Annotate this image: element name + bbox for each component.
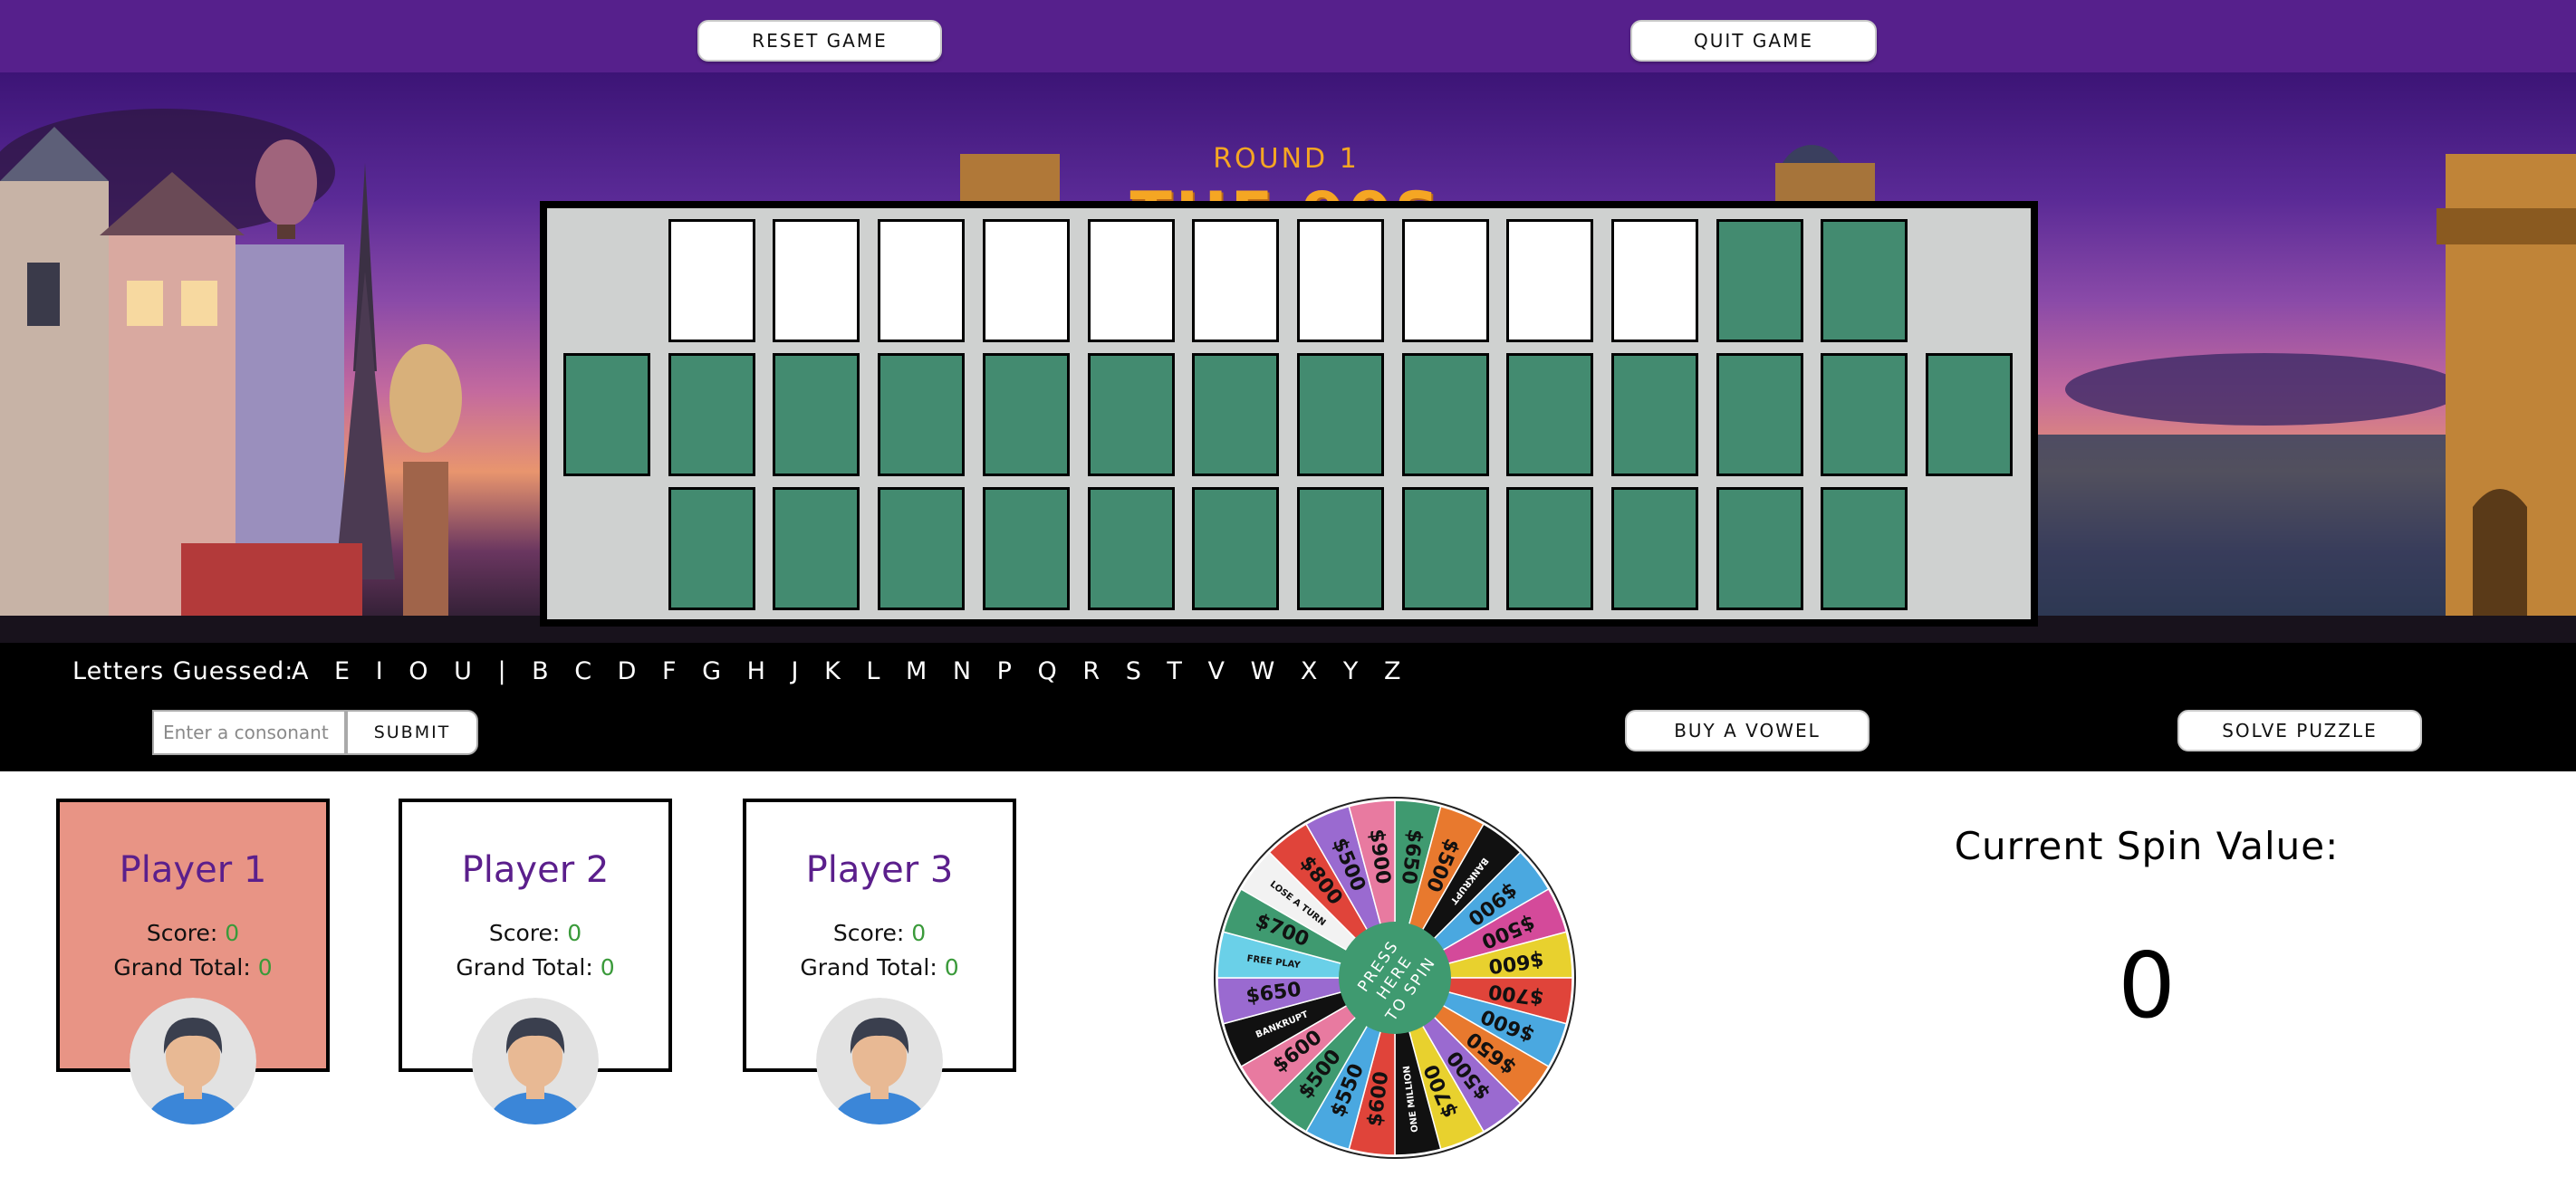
puzzle-blank-tile <box>1296 353 1384 476</box>
puzzle-letter-tile <box>1611 219 1698 342</box>
puzzle-blank-tile <box>668 487 755 610</box>
player-grand-total: Grand Total: 0 <box>456 954 615 981</box>
player-1-avatar <box>130 998 256 1124</box>
puzzle-blank-tile <box>1716 219 1803 342</box>
puzzle-letter-tile <box>773 219 860 342</box>
puzzle-blank-tile <box>773 353 860 476</box>
prize-wheel[interactable]: $650$500BANKRUPT$900$500$600$700$600$650… <box>1214 797 1576 1159</box>
current-spin-value-label: Current Spin Value: <box>1954 824 2340 868</box>
submit-button[interactable]: SUBMIT <box>346 710 478 755</box>
player-3-avatar <box>816 998 943 1124</box>
puzzle-blank-tile <box>1611 487 1698 610</box>
puzzle-blank-tile <box>1506 487 1594 610</box>
puzzle-blank-tile <box>1821 353 1908 476</box>
player-name: Player 3 <box>805 849 954 891</box>
letters-separator: | <box>497 657 515 685</box>
puzzle-letter-tile <box>1401 219 1489 342</box>
puzzle-blank-tile <box>982 353 1070 476</box>
puzzle-blank-tile <box>878 353 966 476</box>
reset-game-button[interactable]: RESET GAME <box>697 20 942 62</box>
letters-guessed-label: Letters Guessed: <box>72 657 294 685</box>
puzzle-blank-tile <box>1401 487 1489 610</box>
puzzle-blank-tile <box>1192 353 1280 476</box>
quit-game-button[interactable]: QUIT GAME <box>1630 20 1877 62</box>
puzzle-letter-tile <box>1192 219 1280 342</box>
puzzle-blank-tile <box>1926 353 2014 476</box>
puzzle-board <box>540 201 2038 627</box>
puzzle-blank-tile <box>1401 353 1489 476</box>
puzzle-blank-tile <box>773 487 860 610</box>
player-grand-total: Grand Total: 0 <box>800 954 959 981</box>
player-score: Score: 0 <box>146 920 240 946</box>
puzzle-letter-tile <box>1506 219 1594 342</box>
puzzle-blank-tile <box>1296 487 1384 610</box>
buy-vowel-button[interactable]: BUY A VOWEL <box>1625 710 1870 751</box>
puzzle-blank-tile <box>1087 487 1175 610</box>
round-label: ROUND 1 <box>1213 143 1360 175</box>
puzzle-letter-tile <box>1296 219 1384 342</box>
puzzle-blank-tile <box>1821 487 1908 610</box>
player-name: Player 2 <box>461 849 610 891</box>
player-grand-total: Grand Total: 0 <box>113 954 273 981</box>
current-spin-value: 0 <box>2118 933 2176 1038</box>
top-bar: RESET GAME QUIT GAME <box>0 0 2576 72</box>
vowel-letters: A E I O U <box>292 657 481 685</box>
puzzle-blank-tile <box>1506 353 1594 476</box>
puzzle-letter-tile <box>982 219 1070 342</box>
consonant-letters: B C D F G H J K L M N P Q R S T V W X Y … <box>532 657 1410 685</box>
puzzle-blank-tile <box>1087 353 1175 476</box>
puzzle-blank-tile <box>982 487 1070 610</box>
puzzle-blank-tile <box>668 353 755 476</box>
puzzle-blank-tile <box>1611 353 1698 476</box>
letters-guessed-list: A E I O U | B C D F G H J K L M N P Q R … <box>292 657 1410 685</box>
player-score: Score: 0 <box>832 920 927 946</box>
puzzle-blank-tile <box>1716 353 1803 476</box>
puzzle-blank-tile <box>1192 487 1280 610</box>
puzzle-blank-tile <box>1821 219 1908 342</box>
puzzle-letter-tile <box>878 219 966 342</box>
player-name: Player 1 <box>119 849 267 891</box>
player-score: Score: 0 <box>488 920 582 946</box>
solve-puzzle-button[interactable]: SOLVE PUZZLE <box>2177 710 2422 751</box>
consonant-input[interactable] <box>152 710 346 755</box>
puzzle-blank-tile <box>1716 487 1803 610</box>
puzzle-letter-tile <box>1087 219 1175 342</box>
player-2-avatar <box>472 998 599 1124</box>
puzzle-letter-tile <box>668 219 755 342</box>
puzzle-blank-tile <box>878 487 966 610</box>
puzzle-blank-tile <box>563 353 650 476</box>
